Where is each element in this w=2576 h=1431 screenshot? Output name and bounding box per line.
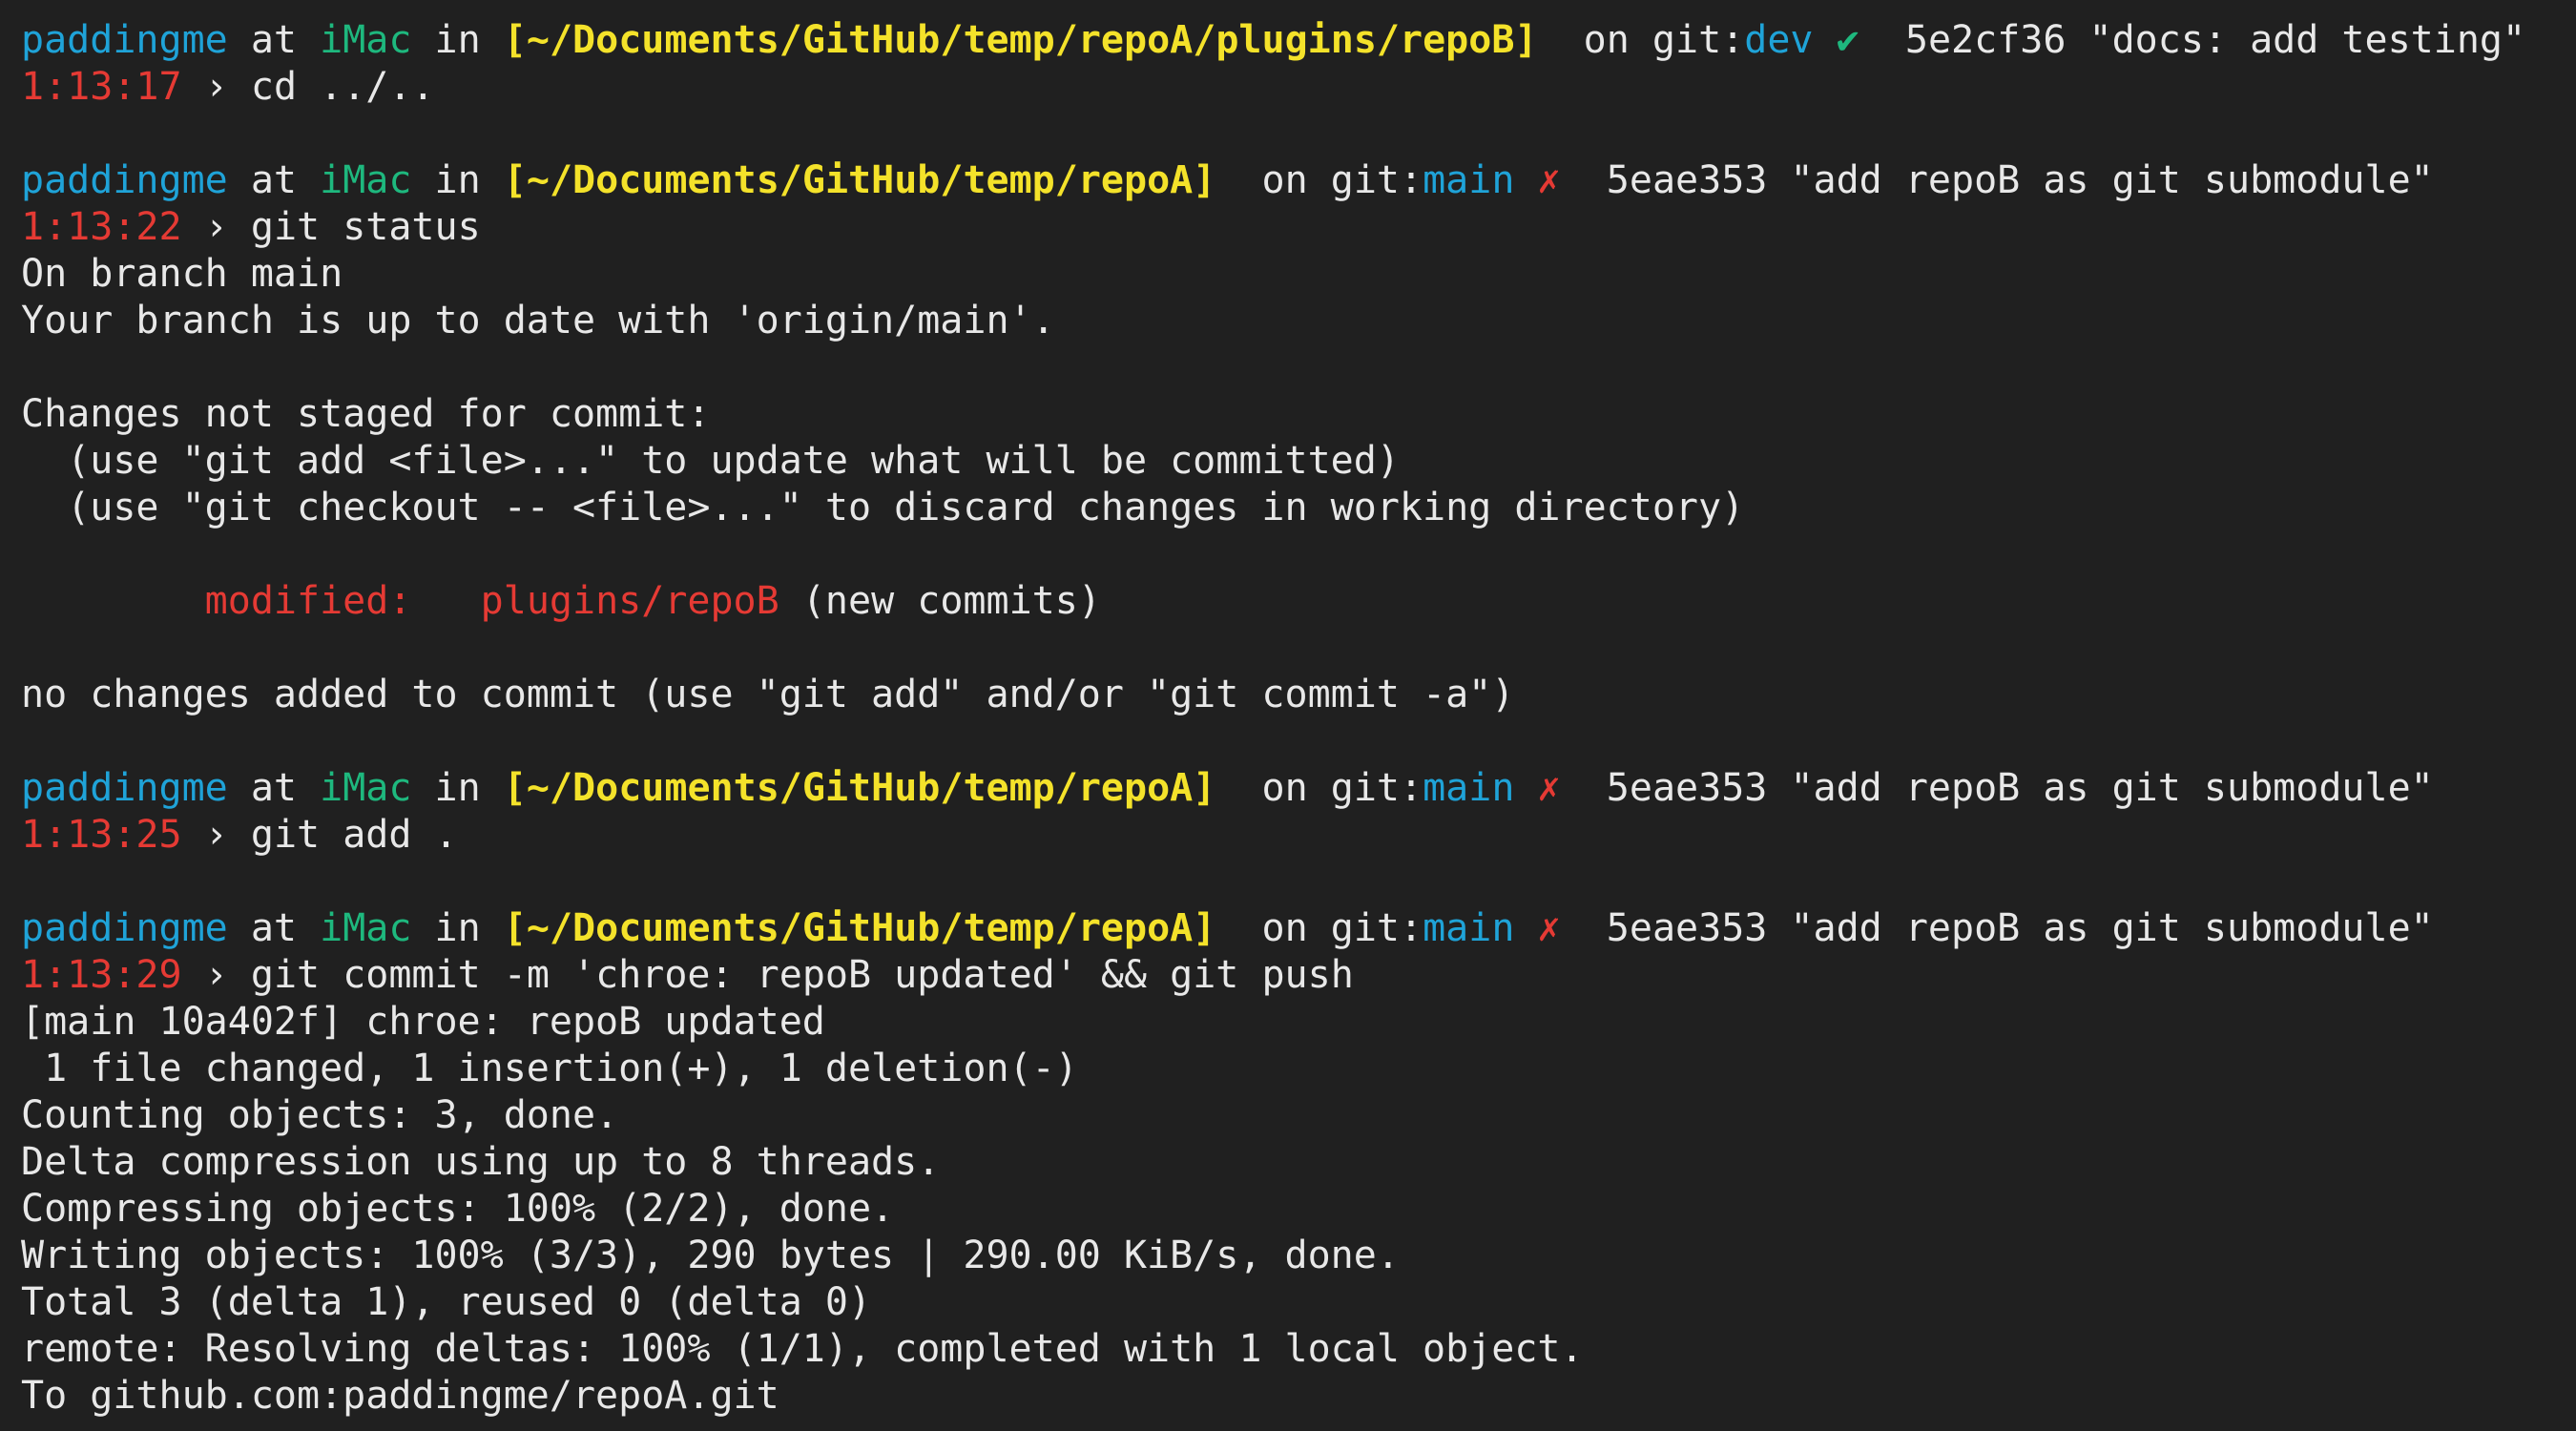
prompt-line: paddingme at iMac in [~/Documents/GitHub… xyxy=(21,18,2526,62)
dirty-cross-icon: ✗ xyxy=(1537,158,1561,202)
command-line: 1:13:29 › git commit -m 'chroe: repoB up… xyxy=(21,952,2576,999)
prompt-branch: main xyxy=(1423,158,1515,202)
prompt-user: paddingme xyxy=(21,158,228,202)
prompt-branch: main xyxy=(1423,766,1515,810)
dirty-cross-icon: ✗ xyxy=(1537,906,1561,950)
output-line: Writing objects: 100% (3/3), 290 bytes |… xyxy=(21,1234,1400,1277)
prompt-time: 1:13:29 xyxy=(21,953,182,997)
clean-check-icon: ✔ xyxy=(1836,18,1859,62)
prompt-time: 1:13:22 xyxy=(21,205,182,249)
output-line: Delta compression using up to 8 threads. xyxy=(21,1140,941,1184)
terminal-window[interactable]: paddingme at iMac in [~/Documents/GitHub… xyxy=(0,0,2576,1431)
prompt-path: [~/Documents/GitHub/temp/repoA] xyxy=(503,766,1216,810)
dirty-cross-icon: ✗ xyxy=(1537,766,1561,810)
command-text: git status xyxy=(250,205,481,249)
prompt-host: iMac xyxy=(320,766,412,810)
command-line: 1:13:25 › git add . xyxy=(21,812,2576,859)
output-line: Changes not staged for commit: xyxy=(21,392,711,436)
command-text: git add . xyxy=(250,813,458,857)
prompt-commit: 5eae353 "add repoB as git submodule" xyxy=(1606,906,2434,950)
output-line: Counting objects: 3, done. xyxy=(21,1093,619,1137)
prompt-arrow: › xyxy=(204,813,228,857)
output-line: To github.com:paddingme/repoA.git xyxy=(21,1374,779,1418)
prompt-host: iMac xyxy=(320,18,412,62)
modified-line: modified: plugins/repoB (new commits) xyxy=(21,578,2576,625)
output-line: On branch main xyxy=(21,252,343,296)
prompt-user: paddingme xyxy=(21,18,228,62)
prompt-host: iMac xyxy=(320,906,412,950)
command-text: cd ../.. xyxy=(250,65,435,109)
prompt-host: iMac xyxy=(320,158,412,202)
command-text: git commit -m 'chroe: repoB updated' && … xyxy=(250,953,1354,997)
output-line: (use "git checkout -- <file>..." to disc… xyxy=(21,486,1745,529)
prompt-time: 1:13:25 xyxy=(21,813,182,857)
prompt-arrow: › xyxy=(204,953,228,997)
command-line: 1:13:17 › cd ../.. xyxy=(21,64,2576,111)
prompt-arrow: › xyxy=(204,205,228,249)
prompt-time: 1:13:17 xyxy=(21,65,182,109)
prompt-path: [~/Documents/GitHub/temp/repoA] xyxy=(503,906,1216,950)
prompt-path: [~/Documents/GitHub/temp/repoA] xyxy=(503,158,1216,202)
prompt-branch: dev xyxy=(1744,18,1814,62)
prompt-line: paddingme at iMac in [~/Documents/GitHub… xyxy=(21,906,2434,950)
output-line: Your branch is up to date with 'origin/m… xyxy=(21,299,1055,342)
output-line: remote: Resolving deltas: 100% (1/1), co… xyxy=(21,1327,1584,1371)
prompt-commit: 5eae353 "add repoB as git submodule" xyxy=(1606,158,2434,202)
prompt-line: paddingme at iMac in [~/Documents/GitHub… xyxy=(21,766,2434,810)
prompt-commit: 5eae353 "add repoB as git submodule" xyxy=(1606,766,2434,810)
prompt-user: paddingme xyxy=(21,906,228,950)
prompt-path: [~/Documents/GitHub/temp/repoA/plugins/r… xyxy=(503,18,1538,62)
modified-label: modified: xyxy=(204,579,412,623)
prompt-user: paddingme xyxy=(21,766,228,810)
modified-note: (new commits) xyxy=(801,579,1101,623)
output-line: [main 10a402f] chroe: repoB updated xyxy=(21,1000,825,1044)
output-line: 1 file changed, 1 insertion(+), 1 deleti… xyxy=(21,1047,1078,1090)
output-line: Compressing objects: 100% (2/2), done. xyxy=(21,1187,895,1231)
prompt-line: paddingme at iMac in [~/Documents/GitHub… xyxy=(21,158,2434,202)
modified-path: plugins/repoB xyxy=(480,579,779,623)
command-line: 1:13:22 › git status xyxy=(21,204,2576,251)
output-line: Total 3 (delta 1), reused 0 (delta 0) xyxy=(21,1280,872,1324)
output-line: (use "git add <file>..." to update what … xyxy=(21,439,1400,483)
output-line: no changes added to commit (use "git add… xyxy=(21,673,1515,716)
prompt-branch: main xyxy=(1423,906,1515,950)
prompt-commit: 5e2cf36 "docs: add testing" xyxy=(1904,18,2526,62)
prompt-arrow: › xyxy=(204,65,228,109)
